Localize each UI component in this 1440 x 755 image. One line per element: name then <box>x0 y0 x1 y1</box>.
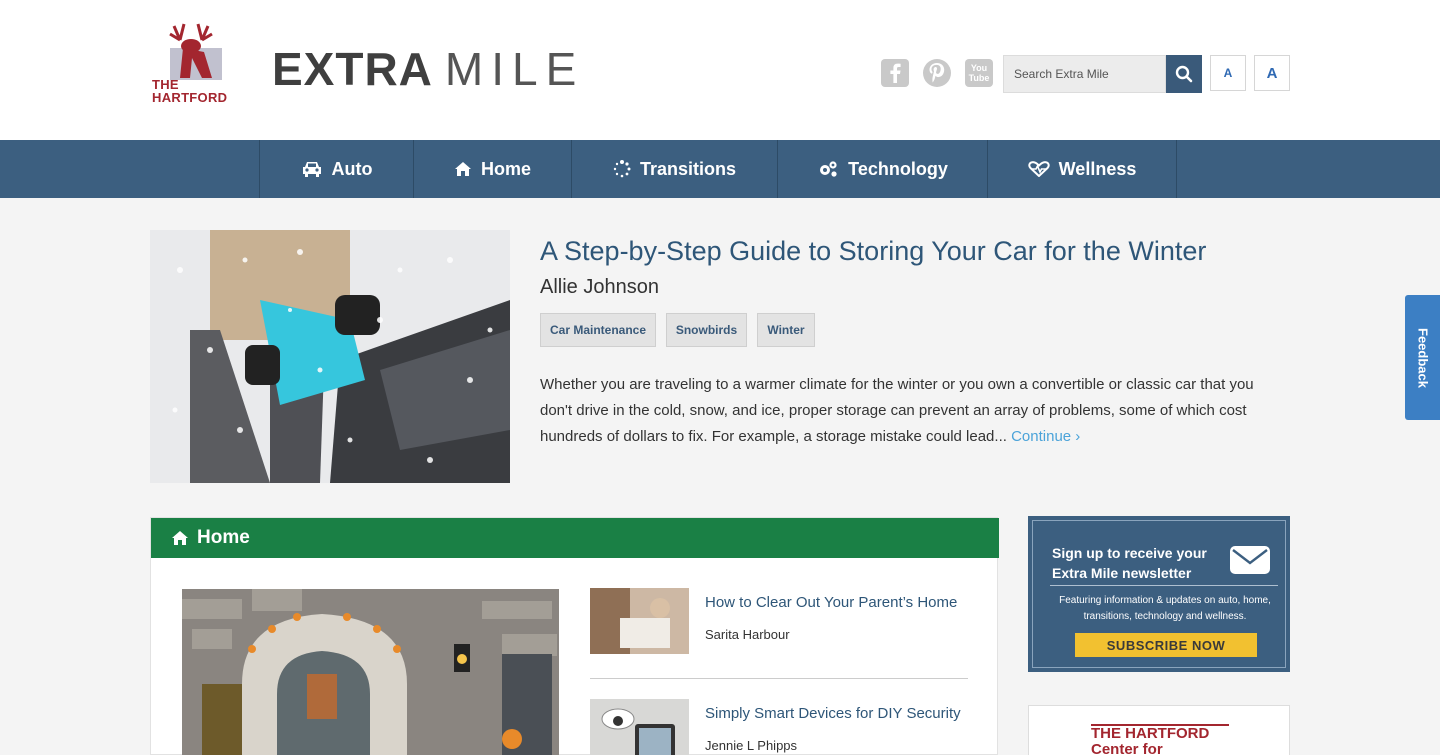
nav-item-wellness[interactable]: Wellness <box>987 140 1177 198</box>
car-icon <box>302 162 321 177</box>
newsletter-title: Sign up to receive your Extra Mile newsl… <box>1052 545 1207 581</box>
article-thumb-clear-out[interactable] <box>590 588 689 654</box>
nav-label-transitions: Transitions <box>639 158 737 179</box>
heartbeat-icon <box>1027 161 1050 177</box>
featured-article-author: Allie Johnson <box>540 276 659 298</box>
brand-mile: MILE <box>444 43 585 95</box>
logo-text-hartford: HARTFORD <box>152 90 228 105</box>
featured-article-title[interactable]: A Step-by-Step Guide to Storing Your Car… <box>540 236 1206 267</box>
tag-winter[interactable]: Winter <box>757 313 815 347</box>
stag-icon <box>169 23 222 80</box>
article-divider <box>590 678 968 679</box>
nav-label-technology: Technology <box>848 158 948 179</box>
nav-label-auto: Auto <box>331 158 373 179</box>
home-section-header[interactable]: Home <box>151 518 999 558</box>
nav-item-transitions[interactable]: Transitions <box>571 140 777 198</box>
gears-icon <box>820 161 837 177</box>
article-author-smart-devices: Jennie L Phipps <box>705 738 798 753</box>
article-title-clear-out[interactable]: How to Clear Out Your Parent’s Home <box>705 595 965 610</box>
nav-label-wellness: Wellness <box>1058 158 1137 179</box>
hartford-center-promo[interactable]: THE HARTFORD Center for <box>1028 705 1290 755</box>
site-header: THE HARTFORD EXTRA MILE You Tube Search … <box>0 0 1440 140</box>
brand-extra: EXTRA <box>272 43 433 95</box>
home-section-title: Home <box>197 527 250 548</box>
newsletter-description: Featuring information & updates on auto,… <box>1059 595 1271 622</box>
search-button[interactable] <box>1166 55 1202 93</box>
center-promo-line1: THE HARTFORD <box>1091 725 1210 742</box>
feedback-label: Feedback <box>1415 327 1430 388</box>
featured-article-excerpt: Whether you are traveling to a warmer cl… <box>540 372 1280 450</box>
youtube-icon[interactable]: You Tube <box>965 59 993 87</box>
house-icon <box>172 531 188 545</box>
tag-car-maintenance[interactable]: Car Maintenance <box>540 313 656 347</box>
nav-label-home: Home <box>480 158 531 179</box>
article-author-clear-out: Sarita Harbour <box>705 627 790 642</box>
article-thumb-smart-devices[interactable] <box>590 699 689 755</box>
house-icon <box>454 162 471 176</box>
nav-item-home[interactable]: Home <box>413 140 571 198</box>
nav-item-auto[interactable]: Auto <box>259 140 413 198</box>
extra-mile-wordmark[interactable]: EXTRA MILE <box>272 42 585 95</box>
envelope-icon <box>1230 546 1270 574</box>
youtube-icon-label-top: You <box>970 63 988 73</box>
home-section: Home How to Clear Out Your Parent’s Home… <box>150 517 999 755</box>
font-size-small-button[interactable]: A <box>1210 55 1246 91</box>
facebook-icon[interactable] <box>881 59 909 87</box>
featured-article-image[interactable] <box>150 230 510 483</box>
continue-link[interactable]: Continue › <box>1011 428 1080 445</box>
hartford-logo[interactable]: THE HARTFORD <box>150 22 232 108</box>
center-promo-line2: Center for <box>1091 741 1163 755</box>
newsletter-signup[interactable]: Sign up to receive your Extra Mile newsl… <box>1028 516 1290 672</box>
featured-article-excerpt-text: Whether you are traveling to a warmer cl… <box>540 376 1254 445</box>
main-nav: Auto Home Transitions Technology Wellnes… <box>0 140 1440 198</box>
font-size-large-button[interactable]: A <box>1254 55 1290 91</box>
subscribe-button[interactable]: SUBSCRIBE NOW <box>1075 633 1257 657</box>
nav-item-technology[interactable]: Technology <box>777 140 987 198</box>
youtube-icon-label-bottom: Tube <box>968 73 990 83</box>
search-icon <box>1175 65 1193 83</box>
tag-snowbirds[interactable]: Snowbirds <box>666 313 747 347</box>
search-input[interactable]: Search Extra Mile <box>1003 55 1166 93</box>
spinner-icon <box>613 160 631 178</box>
pinterest-icon[interactable] <box>923 59 951 87</box>
feedback-tab[interactable]: Feedback <box>1405 295 1440 420</box>
article-title-smart-devices[interactable]: Simply Smart Devices for DIY Security <box>705 706 965 721</box>
home-section-hero-image[interactable] <box>182 589 559 755</box>
newsletter-divider <box>1050 585 1278 586</box>
